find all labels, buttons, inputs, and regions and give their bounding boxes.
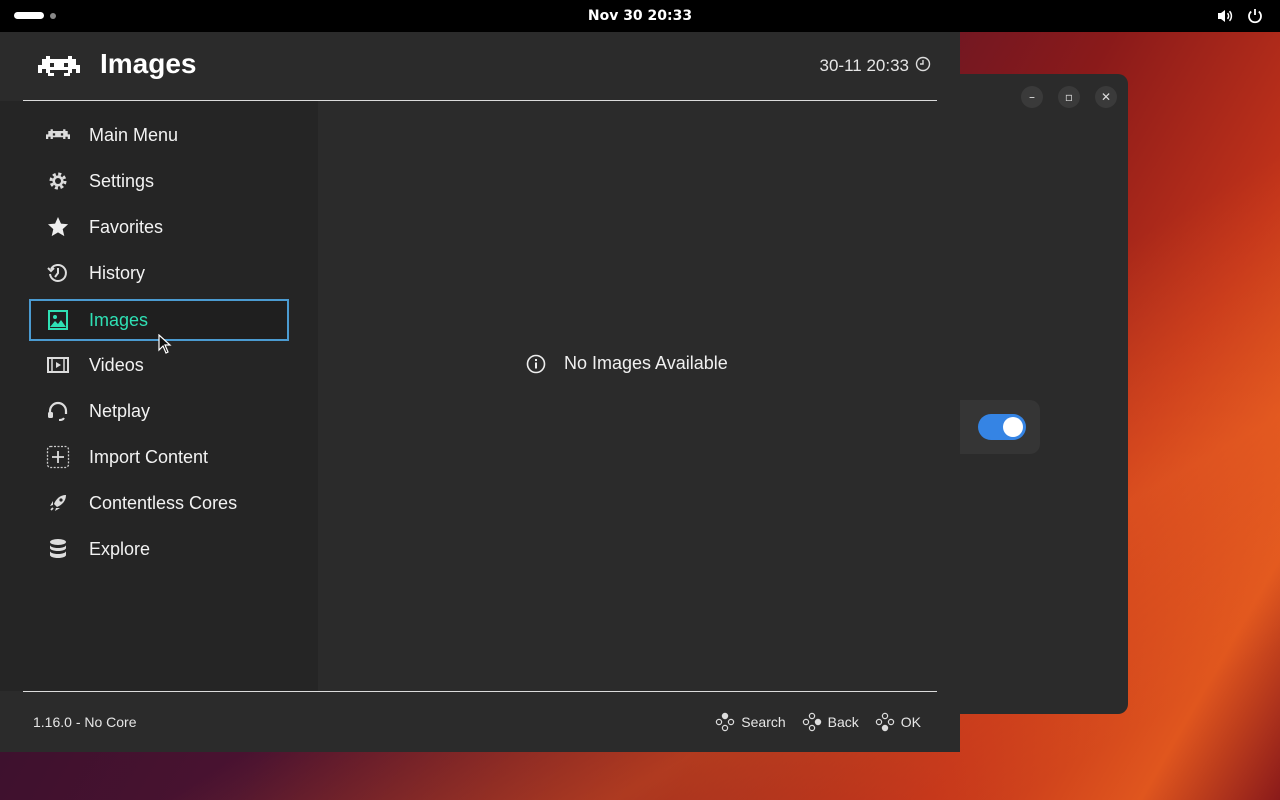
retroarch-logo-icon [38,56,80,76]
plus-icon [45,445,71,469]
sidebar-item-label: Main Menu [89,125,179,145]
datetime-text: 30-11 20:33 [819,56,909,75]
gamepad-buttons-icon [716,712,735,732]
sidebar-item-import-content[interactable]: Import Content [29,436,289,478]
rocket-icon [45,491,71,515]
system-tray[interactable] [1216,7,1264,30]
back-action-label: Back [827,714,859,730]
sidebar-item-explore[interactable]: Explore [29,528,289,570]
headset-icon [45,399,71,423]
info-icon [526,354,546,373]
retroarch-invader-icon [45,123,71,147]
sidebar-item-history[interactable]: History [29,252,289,294]
close-button[interactable]: ✕ [1095,86,1117,108]
sidebar-item-main-menu[interactable]: Main Menu [29,114,289,156]
search-action[interactable]: Search [715,712,786,732]
star-icon [45,215,71,239]
retroarch-window: Images 30-11 20:33 Main Menu Settings Fa… [0,32,960,752]
activities-indicator[interactable] [14,12,56,19]
minimize-button[interactable]: – [1021,86,1043,108]
search-action-label: Search [741,714,786,730]
workspace-dot [50,12,56,19]
clock-icon [915,56,931,72]
sidebar-item-label: History [89,263,146,283]
mouse-pointer-icon [158,334,172,354]
empty-state-message: No Images Available [526,353,728,374]
history-icon [45,261,71,285]
gamepad-buttons-icon [802,712,821,732]
sidebar-item-label: Contentless Cores [89,493,238,513]
film-icon [45,353,71,377]
maximize-button[interactable]: ▫ [1058,86,1080,108]
volume-icon[interactable] [1216,7,1234,30]
page-title: Images [100,48,197,79]
top-bar-clock[interactable]: Nov 30 20:33 [588,8,692,24]
sidebar-item-netplay[interactable]: Netplay [29,390,289,432]
back-action[interactable]: Back [802,712,859,732]
gamepad-buttons-icon [875,712,894,732]
sidebar: Main Menu Settings Favorites History Ima… [0,101,318,691]
toggle-switch[interactable] [978,414,1026,440]
sidebar-item-label: Import Content [89,447,209,467]
retroarch-footer: 1.16.0 - No Core Search Back OK [0,692,960,752]
workspace-active-pill [14,12,44,19]
sidebar-item-label: Videos [89,355,144,375]
sidebar-item-favorites[interactable]: Favorites [29,206,289,248]
image-icon [45,308,71,332]
power-icon[interactable] [1246,7,1264,30]
sidebar-item-label: Explore [89,539,151,559]
ok-action-label: OK [900,714,921,730]
ok-action[interactable]: OK [875,712,921,732]
footer-actions: Search Back OK [715,712,921,732]
database-icon [45,537,71,561]
sidebar-item-label: Settings [89,171,155,191]
sidebar-item-label: Netplay [89,401,151,421]
content-area: No Images Available [318,101,960,691]
sidebar-item-settings[interactable]: Settings [29,160,289,202]
header-datetime: 30-11 20:33 [820,56,931,76]
sidebar-item-label: Favorites [89,217,164,237]
version-label: 1.16.0 - No Core [33,714,137,730]
retroarch-header: Images 30-11 20:33 [0,32,960,100]
sidebar-item-contentless-cores[interactable]: Contentless Cores [29,482,289,524]
top-bar: Nov 30 20:33 [0,0,1280,32]
toggle-knob [1003,417,1023,437]
sidebar-item-label: Images [89,310,149,330]
empty-state-text: No Images Available [564,353,728,373]
gear-icon [45,169,71,193]
